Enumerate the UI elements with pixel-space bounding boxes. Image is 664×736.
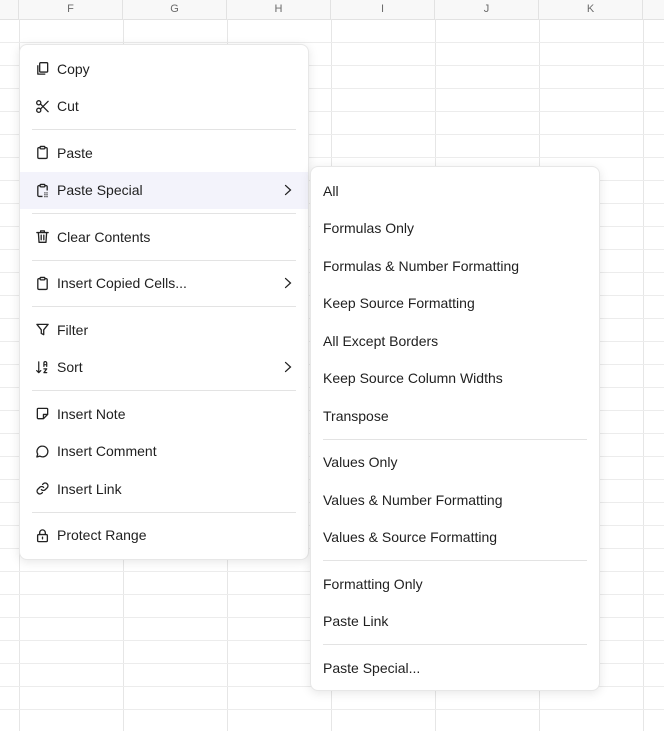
link-icon xyxy=(34,481,50,497)
column-header-j[interactable]: J xyxy=(435,0,539,19)
menu-item-paste-special[interactable]: Paste Special xyxy=(20,171,308,209)
menu-item-paste[interactable]: Paste xyxy=(20,134,308,172)
submenu-item-label: Values & Source Formatting xyxy=(323,529,498,546)
submenu-item-label: Values & Number Formatting xyxy=(323,491,503,508)
menu-item-sort[interactable]: Sort xyxy=(20,349,308,387)
submenu-item-label: Keep Source Formatting xyxy=(323,295,475,312)
menu-separator xyxy=(323,644,587,645)
menu-separator xyxy=(32,129,296,130)
sticky-note-icon xyxy=(34,406,50,422)
menu-separator xyxy=(323,438,587,440)
menu-item-label: Insert Link xyxy=(57,480,122,497)
menu-item-label: Sort xyxy=(57,359,83,376)
column-header-row: F G H I J K xyxy=(0,0,664,20)
comment-icon xyxy=(34,443,50,459)
submenu-item-label: Paste Link xyxy=(323,613,389,630)
context-menu: Copy Cut Paste Paste Special Clear Conte… xyxy=(19,44,309,560)
lock-icon xyxy=(34,527,50,543)
menu-item-protect-range[interactable]: Protect Range xyxy=(20,517,308,555)
copy-icon xyxy=(34,61,50,77)
trash-icon xyxy=(34,229,50,245)
menu-item-insert-comment[interactable]: Insert Comment xyxy=(20,433,308,471)
menu-item-insert-note[interactable]: Insert Note xyxy=(20,395,308,433)
submenu-item-label: Transpose xyxy=(323,407,389,424)
submenu-item-paste-special-dialog[interactable]: Paste Special... xyxy=(311,649,599,687)
column-header-k[interactable]: K xyxy=(539,0,643,19)
menu-item-copy[interactable]: Copy xyxy=(20,50,308,88)
menu-item-insert-link[interactable]: Insert Link xyxy=(20,470,308,508)
menu-item-cut[interactable]: Cut xyxy=(20,88,308,126)
paste-special-submenu: All Formulas Only Formulas & Number Form… xyxy=(310,166,600,691)
grid-line-vertical xyxy=(643,19,644,731)
chevron-right-icon xyxy=(282,276,294,290)
sort-icon xyxy=(34,359,50,375)
clipboard-icon xyxy=(34,145,50,161)
submenu-item-all[interactable]: All xyxy=(311,172,599,210)
submenu-item-label: Formulas Only xyxy=(323,220,415,237)
column-header-i[interactable]: I xyxy=(331,0,435,19)
submenu-item-label: Formatting Only xyxy=(323,575,423,592)
menu-item-filter[interactable]: Filter xyxy=(20,311,308,349)
menu-separator xyxy=(32,390,296,391)
menu-separator xyxy=(32,306,296,307)
menu-item-label: Protect Range xyxy=(57,527,147,544)
menu-separator xyxy=(323,560,587,561)
menu-separator xyxy=(32,259,296,261)
menu-separator xyxy=(32,213,296,214)
filter-icon xyxy=(34,322,50,338)
submenu-item-transpose[interactable]: Transpose xyxy=(311,397,599,435)
submenu-item-paste-link[interactable]: Paste Link xyxy=(311,603,599,641)
chevron-right-icon xyxy=(282,183,294,197)
submenu-item-formulas-only[interactable]: Formulas Only xyxy=(311,210,599,248)
menu-item-clear-contents[interactable]: Clear Contents xyxy=(20,218,308,256)
menu-item-label: Copy xyxy=(57,60,90,77)
submenu-item-values-only[interactable]: Values Only xyxy=(311,444,599,482)
clipboard-icon xyxy=(34,275,50,291)
menu-item-label: Paste xyxy=(57,144,93,161)
submenu-item-keep-source-formatting[interactable]: Keep Source Formatting xyxy=(311,285,599,323)
menu-item-insert-copied-cells[interactable]: Insert Copied Cells... xyxy=(20,265,308,303)
menu-item-label: Insert Comment xyxy=(57,443,157,460)
column-header-g[interactable]: G xyxy=(123,0,227,19)
submenu-item-values-source-formatting[interactable]: Values & Source Formatting xyxy=(311,519,599,557)
menu-item-label: Paste Special xyxy=(57,182,143,199)
submenu-item-label: Keep Source Column Widths xyxy=(323,370,503,387)
column-header-h[interactable]: H xyxy=(227,0,331,19)
submenu-item-keep-source-column-widths[interactable]: Keep Source Column Widths xyxy=(311,360,599,398)
menu-item-label: Insert Note xyxy=(57,405,126,422)
submenu-item-formulas-number-formatting[interactable]: Formulas & Number Formatting xyxy=(311,247,599,285)
menu-separator xyxy=(32,511,296,513)
submenu-item-values-number-formatting[interactable]: Values & Number Formatting xyxy=(311,481,599,519)
grid-line-horizontal xyxy=(0,709,664,710)
menu-item-label: Clear Contents xyxy=(57,228,151,245)
submenu-item-formatting-only[interactable]: Formatting Only xyxy=(311,565,599,603)
scissors-icon xyxy=(34,98,50,114)
submenu-item-label: Formulas & Number Formatting xyxy=(323,257,520,274)
grid-line-horizontal xyxy=(0,42,664,43)
column-header-f[interactable]: F xyxy=(19,0,123,19)
clipboard-special-icon xyxy=(34,182,50,198)
submenu-item-label: Values Only xyxy=(323,454,398,471)
submenu-item-label: All xyxy=(323,182,339,199)
menu-item-label: Filter xyxy=(57,321,89,338)
menu-item-label: Cut xyxy=(57,98,79,115)
chevron-right-icon xyxy=(282,360,294,374)
submenu-item-label: All Except Borders xyxy=(323,332,439,349)
corner-cell[interactable] xyxy=(0,0,19,19)
submenu-item-label: Paste Special... xyxy=(323,659,421,676)
submenu-item-all-except-borders[interactable]: All Except Borders xyxy=(311,322,599,360)
menu-item-label: Insert Copied Cells... xyxy=(57,275,187,292)
